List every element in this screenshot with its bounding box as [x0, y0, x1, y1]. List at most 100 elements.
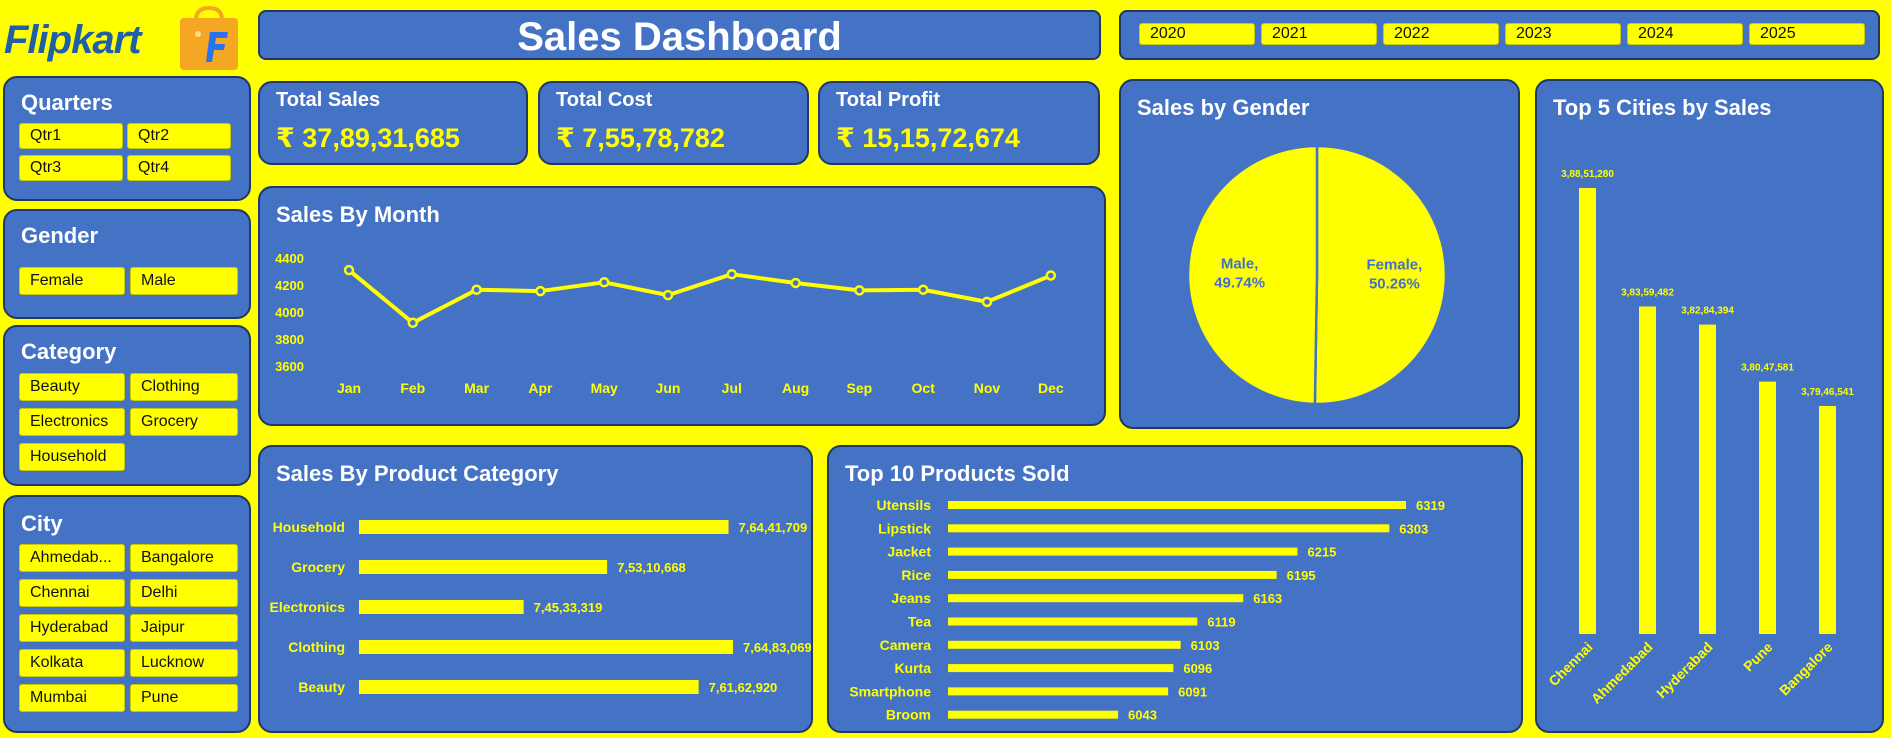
city-bar	[1579, 188, 1596, 634]
product-bar	[948, 594, 1244, 603]
y-tick-label: Beauty	[298, 679, 345, 695]
gender-slicer: Gender Female Male	[3, 209, 251, 319]
category-bar	[359, 680, 699, 694]
y-tick-label: Jacket	[887, 544, 931, 560]
bar-data-label: 6195	[1287, 568, 1316, 583]
data-point	[726, 268, 738, 280]
gender-button[interactable]: Female	[19, 267, 125, 295]
quarter-button[interactable]: Qtr2	[127, 123, 231, 149]
gender-title: Gender	[21, 223, 99, 248]
category-bar	[359, 600, 524, 614]
x-tick-label: Nov	[974, 380, 1001, 396]
bar-data-label: 7,64,83,069	[743, 640, 811, 655]
year-button[interactable]: 2025	[1749, 23, 1865, 45]
sales-by-month-chart: Sales By Month 3600 3800 4000 4200 4400 Jan Fe…	[258, 186, 1106, 426]
kpi-label: Total Profit	[836, 89, 941, 111]
y-tick-label: Smartphone	[849, 683, 931, 699]
data-point	[407, 317, 419, 329]
bar-data-label: 6303	[1399, 521, 1428, 536]
kpi-value: ₹ 7,55,78,782	[556, 123, 725, 153]
year-button[interactable]: 2024	[1627, 23, 1743, 45]
year-button[interactable]: 2023	[1505, 23, 1621, 45]
year-button[interactable]: 2021	[1261, 23, 1377, 45]
y-tick-label: Broom	[886, 707, 931, 723]
year-slicer: 2020 2021 2022 2023 2024 2025	[1119, 10, 1880, 60]
y-tick-label: Clothing	[288, 639, 345, 655]
city-button[interactable]: Bangalore	[130, 544, 238, 572]
bar-data-label: 6103	[1191, 638, 1220, 653]
y-tick-label: Household	[273, 519, 345, 535]
kpi-value: ₹ 15,15,72,674	[836, 123, 1020, 153]
data-point	[917, 284, 929, 295]
product-bar	[948, 617, 1198, 626]
quarters-title: Quarters	[21, 90, 113, 115]
x-tick-label: Dec	[1038, 380, 1064, 396]
y-tick-label: Jeans	[891, 590, 931, 606]
y-tick-label: 4000	[275, 305, 304, 320]
quarter-button[interactable]: Qtr4	[127, 155, 231, 181]
city-button[interactable]: Lucknow	[130, 649, 238, 677]
flipkart-logo: Flipkart	[2, 4, 242, 72]
y-tick-label: Rice	[901, 567, 931, 583]
header-banner: Sales Dashboard	[258, 10, 1101, 60]
product-bar	[948, 687, 1169, 696]
y-tick-label: Kurta	[894, 660, 931, 676]
category-button[interactable]: Grocery	[130, 408, 238, 436]
city-button[interactable]: Pune	[130, 684, 238, 712]
city-button[interactable]: Ahmedab...	[19, 544, 125, 572]
x-tick-label: Pune	[1740, 639, 1776, 675]
shopping-bag-icon	[180, 6, 238, 70]
gender-button[interactable]: Male	[130, 267, 238, 295]
quarter-button[interactable]: Qtr3	[19, 155, 123, 181]
city-button[interactable]: Delhi	[130, 579, 238, 607]
product-bar	[948, 664, 1174, 673]
category-bar	[359, 560, 608, 574]
y-tick-label: 4400	[275, 251, 304, 266]
data-point	[343, 264, 355, 276]
bar-data-label: 7,61,62,920	[709, 680, 778, 695]
year-button[interactable]: 2022	[1383, 23, 1499, 45]
x-tick-label: Sep	[847, 380, 873, 396]
x-tick-label: Jan	[337, 380, 361, 396]
quarters-slicer: Quarters Qtr1 Qtr2 Qtr3 Qtr4	[3, 76, 251, 201]
x-tick-label: Hyderabad	[1653, 639, 1715, 701]
data-point	[662, 289, 674, 301]
series-line	[347, 268, 1052, 325]
bar-data-label: 6163	[1253, 591, 1282, 606]
y-tick-label: Camera	[880, 637, 932, 653]
city-slicer: City Ahmedab... Bangalore Chennai Delhi …	[3, 495, 251, 733]
category-button[interactable]: Clothing	[130, 373, 238, 401]
column-chart-svg: 3,88,51,280 Chennai 3,83,59,482 Ahmedabad 3,…	[1545, 169, 1854, 707]
x-tick-label: Jul	[722, 380, 742, 396]
city-title: City	[21, 511, 63, 536]
product-bar	[948, 570, 1277, 579]
category-button[interactable]: Household	[19, 443, 125, 471]
product-bar	[948, 501, 1406, 509]
quarter-button[interactable]: Qtr1	[19, 123, 123, 149]
category-button[interactable]: Beauty	[19, 373, 125, 401]
top5-cities-chart: Top 5 Cities by Sales 3,88,51,280 Chennai…	[1535, 79, 1884, 733]
y-tick-label: Electronics	[270, 599, 346, 615]
year-button[interactable]: 2020	[1139, 23, 1255, 45]
y-tick-label: Tea	[908, 614, 931, 630]
bar-data-label: 7,64,41,709	[739, 520, 808, 535]
x-tick-label: Ahmedabad	[1588, 639, 1656, 707]
data-point	[790, 277, 801, 289]
city-button[interactable]: Mumbai	[19, 684, 125, 712]
category-button[interactable]: Electronics	[19, 408, 125, 436]
kpi-total-profit: Total Profit ₹ 15,15,72,674	[818, 81, 1100, 165]
city-bar	[1699, 324, 1716, 634]
bar-data-label: 7,53,10,668	[617, 560, 686, 575]
y-tick-label: 3600	[275, 359, 304, 374]
city-button[interactable]: Jaipur	[130, 614, 238, 642]
x-tick-label: Bangalore	[1776, 639, 1836, 699]
city-button[interactable]: Chennai	[19, 579, 125, 607]
city-button[interactable]: Kolkata	[19, 649, 125, 677]
x-tick-label: Chennai	[1545, 639, 1595, 689]
x-tick-label: Apr	[528, 380, 553, 396]
product-bar	[948, 524, 1390, 533]
city-button[interactable]: Hyderabad	[19, 614, 125, 642]
x-tick-label: Aug	[782, 380, 809, 396]
bar-data-label: 3,79,46,541	[1801, 387, 1854, 398]
y-tick-label: Utensils	[877, 497, 932, 513]
